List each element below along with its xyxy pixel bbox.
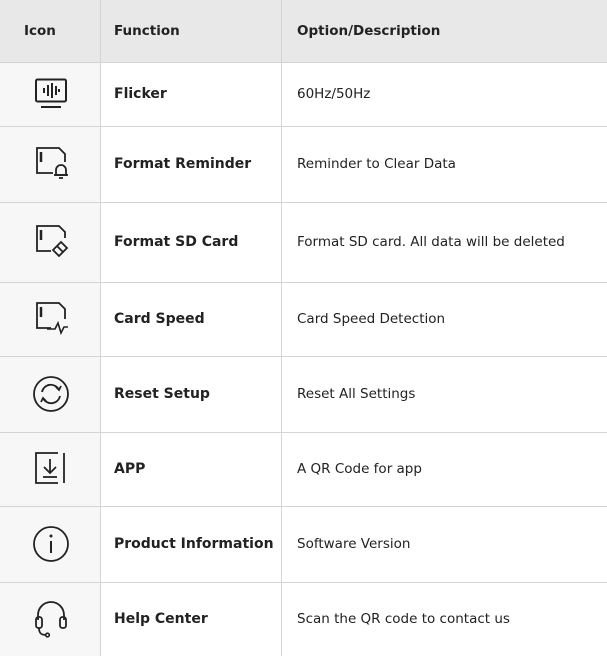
table-row: Format SD Card Format SD card. All data …: [0, 202, 607, 282]
description-label: Scan the QR code to contact us: [297, 611, 510, 627]
description-label: 60Hz/50Hz: [297, 86, 371, 102]
function-label: Card Speed: [114, 311, 205, 327]
table-row: Help Center Scan the QR code to contact …: [0, 582, 607, 656]
function-label: Format Reminder: [114, 156, 252, 172]
format-reminder-icon: [35, 147, 68, 179]
description-label: A QR Code for app: [297, 461, 422, 477]
flicker-icon: [34, 78, 67, 108]
description-label: Software Version: [297, 536, 411, 552]
description-label: Card Speed Detection: [297, 311, 446, 327]
app-download-icon: [34, 452, 65, 484]
column-divider: [100, 0, 101, 656]
card-speed-icon: [35, 302, 68, 336]
table-row: Card Speed Card Speed Detection: [0, 282, 607, 356]
function-label: Flicker: [114, 86, 167, 102]
row-divider: [0, 282, 607, 283]
headset-icon: [34, 601, 67, 638]
table-header: Icon Function Option/Description: [0, 0, 607, 62]
description-label: Reminder to Clear Data: [297, 156, 456, 172]
row-divider: [0, 126, 607, 127]
function-label: Product Information: [114, 536, 274, 552]
row-divider: [0, 356, 607, 357]
column-divider: [281, 0, 282, 656]
table-row: Product Information Software Version: [0, 506, 607, 582]
row-divider: [0, 432, 607, 433]
description-label: Format SD card. All data will be deleted: [297, 234, 565, 250]
function-label: Help Center: [114, 611, 208, 627]
row-divider: [0, 506, 607, 507]
table-row: Flicker 60Hz/50Hz: [0, 62, 607, 126]
settings-table: Icon Function Option/Description Flicker…: [0, 0, 607, 656]
header-description: Option/Description: [281, 0, 607, 62]
function-label: Reset Setup: [114, 386, 210, 402]
row-divider: [0, 202, 607, 203]
header-icon: Icon: [0, 0, 101, 62]
function-label: Format SD Card: [114, 234, 239, 250]
table-row: Reset Setup Reset All Settings: [0, 356, 607, 432]
table-row: Format Reminder Reminder to Clear Data: [0, 126, 607, 202]
header-function: Function: [101, 0, 281, 62]
function-label: APP: [114, 461, 146, 477]
format-sd-card-icon: [35, 225, 68, 258]
info-icon: [32, 526, 69, 562]
table-row: APP A QR Code for app: [0, 432, 607, 506]
description-label: Reset All Settings: [297, 386, 416, 402]
row-divider: [0, 582, 607, 583]
reset-icon: [32, 376, 69, 412]
row-divider: [0, 62, 607, 63]
